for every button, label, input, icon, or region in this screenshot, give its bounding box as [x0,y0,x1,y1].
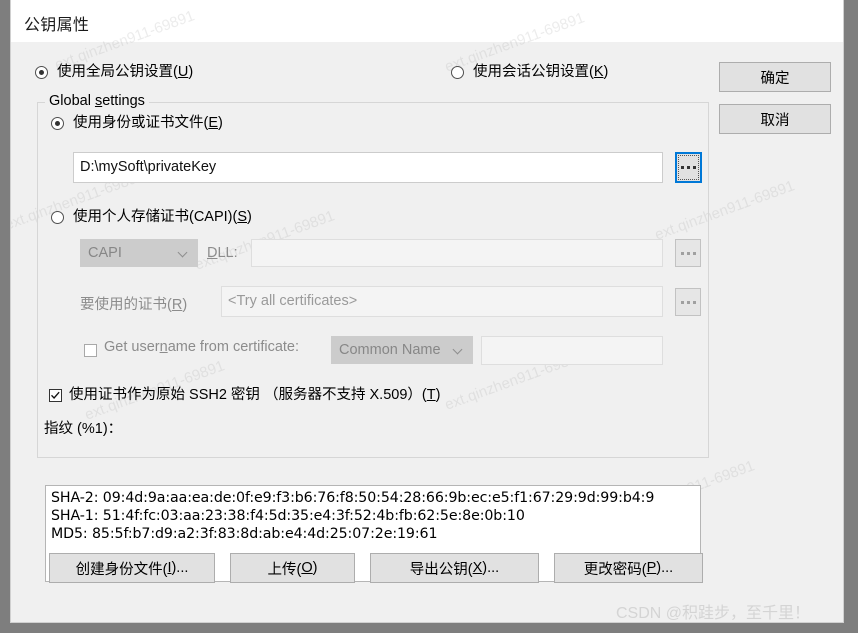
browse-certificate-button[interactable] [675,288,701,316]
dialog-client-area: ext.qinzhen911-69891 ext.qinzhen911-6989… [11,7,843,622]
fingerprint-label: 指纹 (%1)： [44,421,123,437]
create-identity-file-button[interactable]: 创建身份文件(I)... [49,553,215,583]
global-settings-group-title: Global settings [45,93,149,109]
radio-personal-store-certificate-capi-label: 使用个人存储证书(CAPI)(S) [73,209,252,225]
ellipsis-dot-icon [686,300,690,304]
username-source-select[interactable]: Common Name [331,336,473,364]
csdn-watermark: CSDN @积跬步，至千里！ [616,605,811,622]
checkbox-get-username-from-certificate[interactable] [84,344,97,357]
chevron-down-icon [454,345,463,354]
radio-session-key-settings[interactable] [451,66,464,79]
radio-global-key-settings-label: 使用全局公钥设置(U) [57,64,194,80]
username-value-input[interactable] [481,336,663,365]
ellipsis-dot-icon [680,251,684,255]
dll-label: DLL: [207,245,238,261]
cancel-button[interactable]: 取消 [719,104,831,134]
checkbox-use-certificate-as-raw-ssh2-key[interactable] [49,389,62,402]
username-source-value: Common Name [339,342,441,358]
change-passphrase-button[interactable]: 更改密码(P)... [554,553,703,583]
ellipsis-dot-icon [680,300,684,304]
capi-provider-value: CAPI [88,245,122,261]
title-bar: 公钥属性 [11,0,843,42]
dll-path-input[interactable] [251,239,663,267]
browse-dll-button[interactable] [675,239,701,267]
chevron-down-icon [179,248,188,257]
ellipsis-dot-icon [687,166,690,169]
fingerprint-line: SHA-2: 09:4d:9a:aa:ea:de:0f:e9:f3:b6:76:… [51,490,655,506]
upload-button[interactable]: 上传(O) [230,553,355,583]
fingerprint-line: SHA-1: 51:4f:fc:03:aa:23:38:f4:5d:35:e4:… [51,508,525,524]
radio-session-key-settings-label: 使用会话公钥设置(K) [473,64,609,80]
checkbox-get-username-from-certificate-label: Get username from certificate: [104,339,300,355]
radio-personal-store-certificate-capi[interactable] [51,211,64,224]
certificate-to-use-input[interactable]: <Try all certificates> [221,286,663,317]
ellipsis-dot-icon [686,251,690,255]
page-title: 公钥属性 [24,17,90,34]
browse-identity-file-button[interactable] [675,152,702,183]
ellipsis-dot-icon [693,166,696,169]
radio-identity-or-certificate-file-label: 使用身份或证书文件(E) [73,115,223,131]
ellipsis-dot-icon [692,300,696,304]
public-key-properties-dialog: 公钥属性 ext.qinzhen911-69891 ext.qinzhen911… [10,0,844,623]
certificate-to-use-label: 要使用的证书(R) [80,297,188,313]
checkbox-use-certificate-as-raw-ssh2-key-label: 使用证书作为原始 SSH2 密钥 （服务器不支持 X.509）(T) [69,387,441,403]
capi-provider-select[interactable]: CAPI [80,239,198,267]
ellipsis-dot-icon [681,166,684,169]
radio-identity-or-certificate-file[interactable] [51,117,64,130]
radio-global-key-settings[interactable] [35,66,48,79]
fingerprint-line: MD5: 85:5f:b7:d9:a2:3f:83:8d:ab:e4:4d:25… [51,526,438,542]
export-public-key-button[interactable]: 导出公钥(X)... [370,553,539,583]
ellipsis-dot-icon [692,251,696,255]
ok-button[interactable]: 确定 [719,62,831,92]
identity-file-path-input[interactable]: D:\mySoft\privateKey [73,152,663,183]
